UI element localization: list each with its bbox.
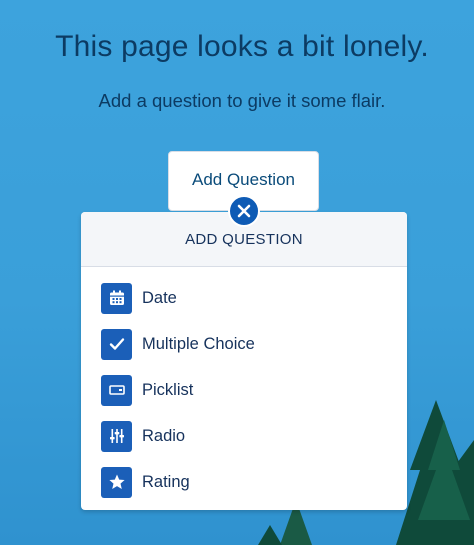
- question-type-label: Radio: [142, 426, 186, 445]
- close-button[interactable]: [228, 195, 260, 227]
- sliders-icon: [101, 420, 132, 452]
- question-type-radio[interactable]: Radio: [101, 420, 381, 452]
- calendar-icon: [101, 282, 132, 314]
- page-subtitle: Add a question to give it some flair.: [98, 90, 386, 111]
- checkmark-icon: [101, 328, 132, 360]
- question-type-multiple-choice[interactable]: Multiple Choice: [101, 328, 381, 360]
- picklist-icon: [101, 374, 132, 406]
- star-icon: [101, 466, 132, 498]
- question-type-label: Multiple Choice: [142, 334, 255, 353]
- question-type-rating[interactable]: Rating: [101, 466, 381, 498]
- page-title: This page looks a bit lonely.: [55, 30, 429, 63]
- question-type-label: Rating: [142, 472, 190, 491]
- add-question-panel: ADD QUESTION Date Multiple Choice Pickli…: [81, 212, 407, 510]
- close-icon: [237, 204, 251, 218]
- question-type-label: Date: [142, 288, 177, 307]
- question-type-date[interactable]: Date: [101, 282, 381, 314]
- question-type-picklist[interactable]: Picklist: [101, 374, 381, 406]
- question-type-label: Picklist: [142, 380, 194, 399]
